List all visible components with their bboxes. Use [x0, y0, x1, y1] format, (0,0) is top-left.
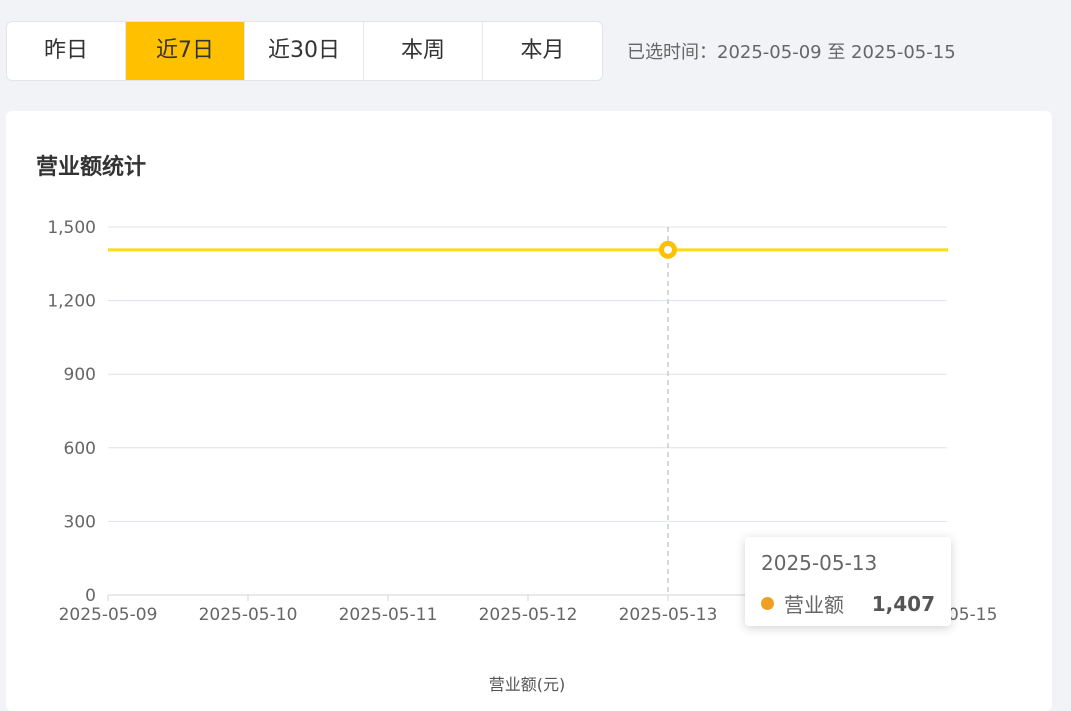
y-tick-label: 1,500 — [47, 218, 96, 238]
y-tick-label: 600 — [64, 439, 96, 459]
series-marker-icon — [761, 597, 774, 610]
y-axis-ticks: 0 300 600 900 1,200 1,500 — [47, 218, 96, 606]
tooltip-row: 营业额 1,407 — [761, 589, 935, 618]
y-tick-label: 900 — [64, 365, 96, 385]
y-tick-label: 300 — [64, 512, 96, 532]
y-tick-label: 0 — [85, 586, 96, 606]
x-axis-name: 营业额(元) — [489, 675, 566, 694]
data-point-center — [664, 245, 672, 254]
x-tick-label: 2025-05-10 — [199, 605, 298, 625]
x-tick-label: 2025-05-09 — [59, 605, 158, 625]
y-tick-label: 1,200 — [47, 292, 96, 312]
x-tick-label: 2025-05-12 — [479, 605, 578, 625]
chart-tooltip: 2025-05-13 营业额 1,407 — [745, 537, 951, 626]
series-revenue — [108, 240, 948, 259]
tooltip-date: 2025-05-13 — [761, 551, 878, 575]
grid-lines — [108, 226, 947, 522]
x-tick-label: 2025-05-13 — [619, 605, 718, 625]
x-tick-label: 2025-05-11 — [339, 605, 438, 625]
tooltip-series-name: 营业额 — [784, 593, 844, 617]
tooltip-value: 1,407 — [871, 591, 935, 616]
